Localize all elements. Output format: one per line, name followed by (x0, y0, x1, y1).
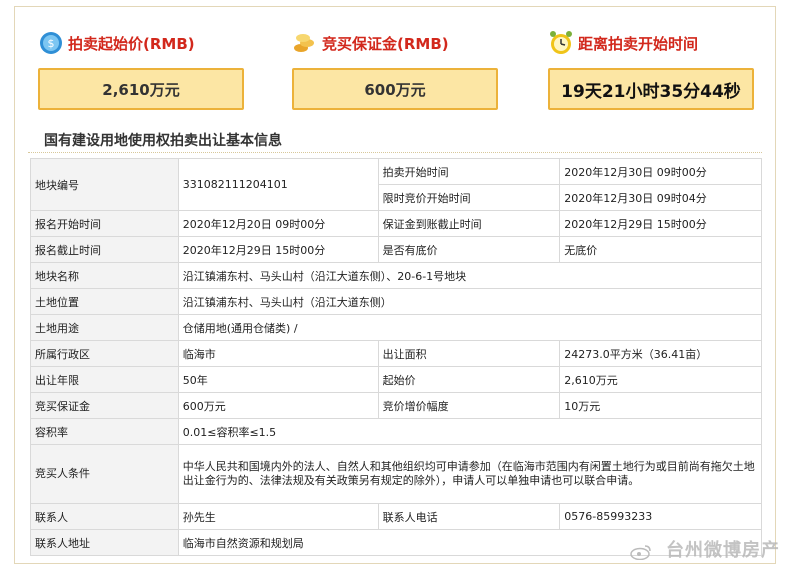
table-key: 地块名称 (30, 262, 179, 289)
countdown-value: 19天21小时35分44秒 (548, 68, 754, 110)
table-row: 报名截止时间 2020年12月29日 15时00分 是否有底价 无底价 (30, 236, 762, 263)
table-key: 所属行政区 (30, 340, 179, 367)
table-value: 孙先生 (177, 503, 379, 530)
table-value: 0.01≤容积率≤1.5 (177, 418, 763, 445)
table-key: 竞价增价幅度 (377, 392, 561, 419)
table-row: 所属行政区 临海市 出让面积 24273.0平方米（36.41亩） (30, 340, 762, 367)
alarm-clock-icon (548, 30, 574, 56)
table-value: 临海市 (177, 340, 379, 367)
table-key: 竞买人条件 (30, 444, 179, 504)
deposit-label: 竞买保证金(RMB) (322, 34, 449, 53)
table-key: 报名开始时间 (30, 210, 179, 237)
table-value: 600万元 (177, 392, 379, 419)
table-value: 仓储用地(通用仓储类) / (177, 314, 763, 341)
table-key: 容积率 (30, 418, 179, 445)
table-row: 地块名称 沿江镇浦东村、马头山村（沿江大道东侧）、20-6-1号地块 (30, 262, 763, 289)
deposit-block: 竞买保证金(RMB) 600万元 (292, 28, 498, 110)
money-icon: $ (38, 30, 64, 56)
table-value: 2020年12月29日 15时00分 (177, 236, 379, 263)
section-title: 国有建设用地使用权拍卖出让基本信息 (44, 133, 282, 149)
table-value: 沿江镇浦东村、马头山村（沿江大道东侧） (177, 288, 763, 315)
table-key: 联系人地址 (30, 529, 179, 556)
table-key: 保证金到账截止时间 (377, 210, 561, 237)
table-row: 联系人 孙先生 联系人电话 0576-85993233 (30, 503, 762, 530)
table-value: 2020年12月20日 09时00分 (177, 210, 379, 237)
table-value: 0576-85993233 (559, 503, 762, 530)
svg-text:$: $ (48, 37, 55, 50)
land-info-table: 地块编号 331082111204101 拍卖开始时间 2020年12月30日 … (30, 158, 763, 556)
deposit-value: 600万元 (292, 68, 498, 110)
countdown-label: 距离拍卖开始时间 (578, 34, 699, 53)
watermark: 台州微博房产 (666, 540, 780, 561)
table-key: 拍卖开始时间 (377, 158, 561, 185)
table-key: 出让面积 (377, 340, 561, 367)
table-key: 起始价 (377, 366, 561, 393)
table-value: 331082111204101 (177, 158, 379, 211)
start-price-value: 2,610万元 (38, 68, 244, 110)
table-key: 是否有底价 (377, 236, 561, 263)
coins-icon (292, 30, 318, 56)
table-key: 报名截止时间 (30, 236, 179, 263)
table-value: 2020年12月30日 09时00分 (559, 158, 762, 185)
table-value: 2,610万元 (559, 366, 762, 393)
table-value: 24273.0平方米（36.41亩） (559, 340, 762, 367)
table-key: 限时竞价开始时间 (377, 184, 561, 211)
table-row: 竞买人条件 中华人民共和国境内外的法人、自然人和其他组织均可申请参加（在临海市范… (30, 444, 763, 504)
table-key: 出让年限 (30, 366, 179, 393)
table-key: 联系人电话 (377, 503, 561, 530)
table-row: 容积率 0.01≤容积率≤1.5 (30, 418, 763, 445)
table-row: 土地位置 沿江镇浦东村、马头山村（沿江大道东侧） (30, 288, 763, 315)
table-value: 10万元 (559, 392, 762, 419)
table-row: 出让年限 50年 起始价 2,610万元 (30, 366, 762, 393)
table-row: 竞买保证金 600万元 竞价增价幅度 10万元 (30, 392, 762, 419)
countdown-block: 距离拍卖开始时间 19天21小时35分44秒 (548, 28, 754, 110)
table-row: 地块编号 331082111204101 拍卖开始时间 2020年12月30日 … (30, 158, 762, 211)
start-price-block: $ 拍卖起始价(RMB) 2,610万元 (38, 28, 244, 110)
table-row: 报名开始时间 2020年12月20日 09时00分 保证金到账截止时间 2020… (30, 210, 762, 237)
table-value: 50年 (177, 366, 379, 393)
weibo-logo-icon (630, 544, 652, 561)
table-key: 土地位置 (30, 288, 179, 315)
table-key: 联系人 (30, 503, 179, 530)
table-value: 无底价 (559, 236, 762, 263)
table-value: 2020年12月30日 09时04分 (559, 184, 762, 211)
table-value: 沿江镇浦东村、马头山村（沿江大道东侧）、20-6-1号地块 (177, 262, 763, 289)
table-value: 中华人民共和国境内外的法人、自然人和其他组织均可申请参加（在临海市范围内有闲置土… (177, 444, 763, 504)
table-key: 地块编号 (30, 158, 179, 211)
table-row: 土地用途 仓储用地(通用仓储类) / (30, 314, 763, 341)
section-divider (28, 152, 762, 153)
start-price-label: 拍卖起始价(RMB) (68, 34, 195, 53)
table-value: 2020年12月29日 15时00分 (559, 210, 762, 237)
table-key: 土地用途 (30, 314, 179, 341)
table-key: 竞买保证金 (30, 392, 179, 419)
